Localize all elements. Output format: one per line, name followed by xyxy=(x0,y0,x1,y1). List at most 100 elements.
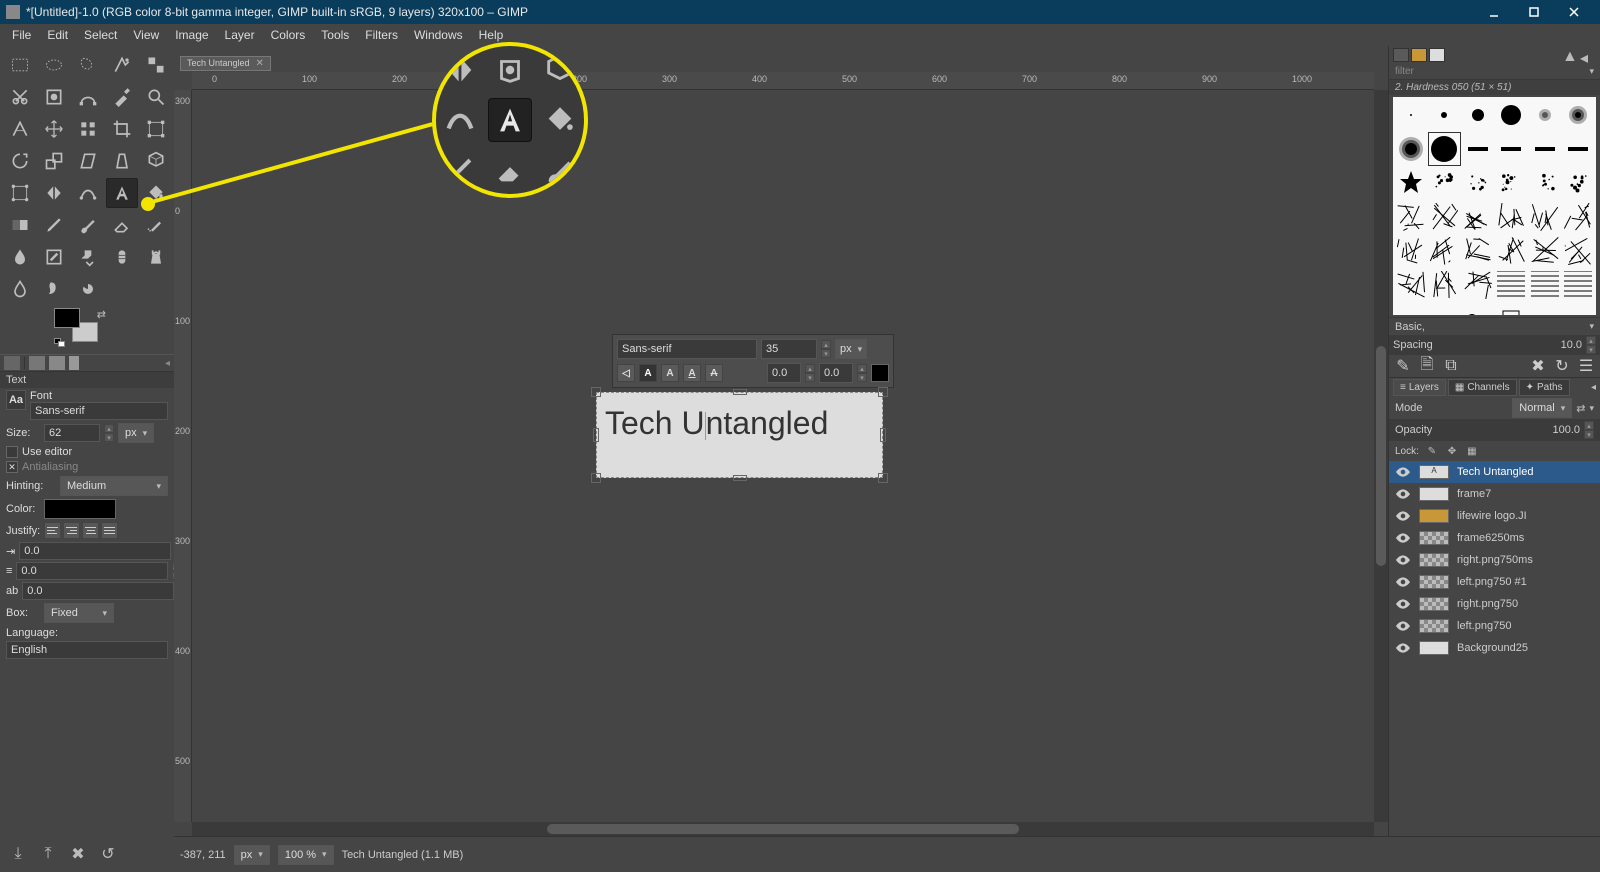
mypaint-brush-tool[interactable] xyxy=(38,242,70,272)
float-underline-button[interactable]: A xyxy=(683,364,701,382)
restore-tool-preset-icon[interactable]: ⤒ xyxy=(38,844,58,864)
layer-row[interactable]: Background25 xyxy=(1389,637,1600,659)
menu-tools[interactable]: Tools xyxy=(313,25,357,45)
align-tool[interactable] xyxy=(72,114,104,144)
brush-item[interactable] xyxy=(1429,269,1461,301)
fonts-tab[interactable] xyxy=(1429,48,1445,62)
mode-menu-icon[interactable]: ▾ xyxy=(1589,403,1594,414)
size-spinner[interactable]: ▴▾ xyxy=(104,424,114,442)
right-dock-left-icon[interactable]: ▲ xyxy=(1562,48,1578,62)
tab-close-icon[interactable]: ✕ xyxy=(256,58,264,69)
brush-item[interactable] xyxy=(1429,201,1461,233)
mode-switch-icon[interactable]: ⇄ xyxy=(1576,402,1585,415)
ink-tool[interactable] xyxy=(4,242,36,272)
scale-tool[interactable] xyxy=(38,146,70,176)
brush-item[interactable] xyxy=(1563,201,1595,233)
float-italic-button[interactable]: A xyxy=(661,364,679,382)
swap-colors-icon[interactable]: ⇄ xyxy=(97,308,106,321)
layers-dock-menu-icon[interactable]: ◂ xyxy=(1591,382,1596,393)
layer-row[interactable]: left.png750 #1 xyxy=(1389,571,1600,593)
float-font-input[interactable] xyxy=(617,339,757,359)
dock-tab-2-icon[interactable] xyxy=(29,356,45,370)
brush-delete-icon[interactable]: ✖ xyxy=(1530,359,1546,373)
image-tab[interactable]: Tech Untangled ✕ xyxy=(180,56,271,71)
brush-item[interactable] xyxy=(1395,303,1427,315)
scrollbar-horizontal[interactable] xyxy=(192,822,1374,836)
justify-right-button[interactable] xyxy=(63,522,80,539)
layer-mode-select[interactable]: Normal▾ xyxy=(1512,398,1572,418)
brush-item[interactable] xyxy=(1496,99,1528,131)
shear-tool[interactable] xyxy=(72,146,104,176)
paths-tool[interactable] xyxy=(72,82,104,112)
layer-visibility-icon[interactable] xyxy=(1395,489,1411,499)
brush-item[interactable] xyxy=(1462,167,1494,199)
brush-item[interactable] xyxy=(1496,167,1528,199)
brush-item[interactable] xyxy=(1529,133,1561,165)
ruler-vertical[interactable]: 3000100200300400500 xyxy=(174,90,192,822)
paths-tab[interactable]: ✦Paths xyxy=(1519,379,1570,396)
justify-center-button[interactable] xyxy=(82,522,99,539)
brush-item[interactable] xyxy=(1462,99,1494,131)
layer-opacity-row[interactable]: Opacity 100.0 ▴▾ xyxy=(1389,419,1600,441)
brush-item[interactable] xyxy=(1529,201,1561,233)
layer-row[interactable]: frame6250ms xyxy=(1389,527,1600,549)
float-kern2-spinner[interactable]: ▴▾ xyxy=(857,364,867,382)
status-unit-select[interactable]: px▾ xyxy=(234,845,270,865)
color-picker-tool[interactable] xyxy=(106,82,138,112)
unified-transform-tool[interactable] xyxy=(140,114,172,144)
brush-item[interactable] xyxy=(1462,201,1494,233)
menu-file[interactable]: File xyxy=(4,25,39,45)
brush-open-icon[interactable]: ☰ xyxy=(1578,359,1594,373)
brush-item[interactable] xyxy=(1563,167,1595,199)
handle-br[interactable] xyxy=(878,473,888,483)
layer-row[interactable]: left.png750 xyxy=(1389,615,1600,637)
handle-r[interactable] xyxy=(880,428,886,442)
handle-b[interactable] xyxy=(733,475,747,481)
handle-t[interactable] xyxy=(733,389,747,395)
channels-tab[interactable]: ▦Channels xyxy=(1448,379,1517,396)
airbrush-tool[interactable] xyxy=(140,210,172,240)
brush-item[interactable] xyxy=(1462,235,1494,267)
layer-row[interactable]: ATech Untangled xyxy=(1389,461,1600,483)
ellipse-select-tool[interactable] xyxy=(38,50,70,80)
lock-alpha-icon[interactable]: ▦ xyxy=(1465,444,1479,458)
float-unit-select[interactable]: px▾ xyxy=(835,339,867,359)
save-tool-preset-icon[interactable]: ⤓ xyxy=(8,844,28,864)
text-floating-toolbar[interactable]: ▴▾ px▾ ◁ A A A A ▴▾ ▴▾ xyxy=(612,334,894,388)
brush-item[interactable] xyxy=(1395,99,1427,131)
float-bold-button[interactable]: A xyxy=(639,364,657,382)
reset-tool-options-icon[interactable]: ↺ xyxy=(98,844,118,864)
brush-item[interactable] xyxy=(1429,133,1461,165)
brush-item[interactable] xyxy=(1462,269,1494,301)
antialiasing-checkbox[interactable] xyxy=(6,461,18,473)
brush-item[interactable] xyxy=(1395,167,1427,199)
lock-position-icon[interactable]: ✥ xyxy=(1445,444,1459,458)
right-dock-menu-icon[interactable]: ◂ xyxy=(1580,48,1596,62)
handle-transform-tool[interactable] xyxy=(4,178,36,208)
layers-tab[interactable]: ≡Layers xyxy=(1393,379,1446,396)
status-zoom-select[interactable]: 100 %▾ xyxy=(278,845,334,865)
lock-pixels-icon[interactable]: ✎ xyxy=(1425,444,1439,458)
menu-select[interactable]: Select xyxy=(76,25,125,45)
brush-item[interactable] xyxy=(1496,269,1528,301)
layer-row[interactable]: lifewire logo.JI xyxy=(1389,505,1600,527)
brush-item[interactable] xyxy=(1429,99,1461,131)
handle-tl[interactable] xyxy=(591,387,601,397)
perspective-clone-tool[interactable] xyxy=(140,242,172,272)
menu-view[interactable]: View xyxy=(125,25,167,45)
brush-item[interactable] xyxy=(1496,235,1528,267)
font-picker-button[interactable]: Aa xyxy=(6,390,26,410)
delete-tool-preset-icon[interactable]: ✖ xyxy=(68,844,88,864)
text-tool[interactable] xyxy=(106,178,138,208)
brush-refresh-icon[interactable]: ↻ xyxy=(1554,359,1570,373)
layer-visibility-icon[interactable] xyxy=(1395,533,1411,543)
cage-tool[interactable] xyxy=(72,178,104,208)
brush-item[interactable] xyxy=(1395,269,1427,301)
brushes-tab[interactable] xyxy=(1393,48,1409,62)
rect-select-tool[interactable] xyxy=(4,50,36,80)
float-baseline-input[interactable] xyxy=(819,363,853,383)
pencil-tool[interactable] xyxy=(38,210,70,240)
menu-colors[interactable]: Colors xyxy=(263,25,314,45)
brush-new-icon[interactable]: 🗎 xyxy=(1419,359,1435,373)
brush-item[interactable] xyxy=(1496,303,1528,315)
